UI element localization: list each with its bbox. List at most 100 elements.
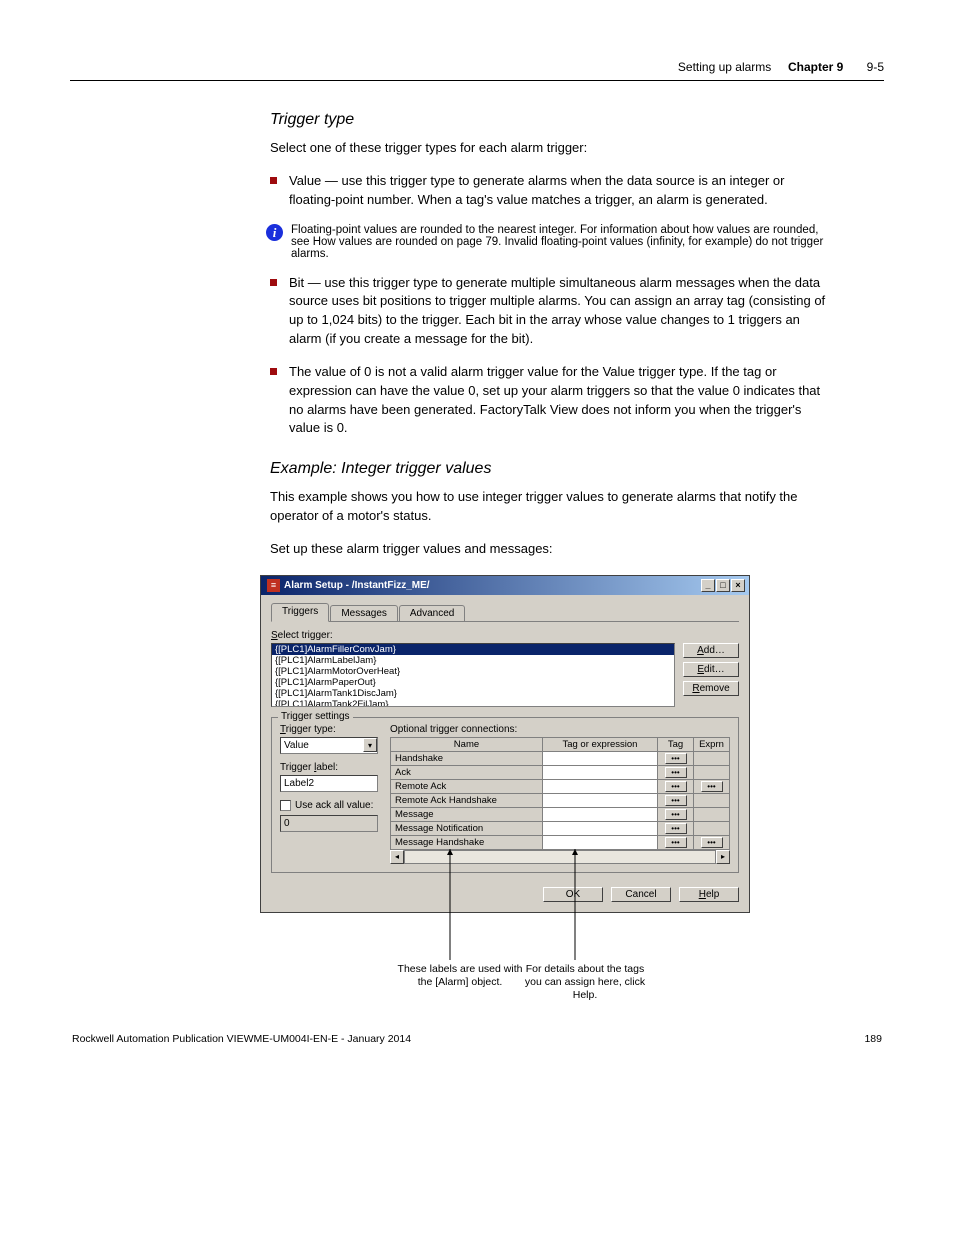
bullet-bit: Bit — use this trigger type to generate … <box>270 274 830 349</box>
cell-exprn-button[interactable]: ••• <box>694 835 730 849</box>
trigger-list-item[interactable]: {[PLC1]AlarmFillerConvJam} <box>272 644 674 655</box>
browse-tag-button[interactable]: ••• <box>665 781 687 792</box>
trigger-list-item[interactable]: {[PLC1]AlarmMotorOverHeat} <box>272 666 674 677</box>
example-text: This example shows you how to use intege… <box>270 488 830 526</box>
connections-table: Name Tag or expression Tag Exprn Handsha… <box>390 737 730 850</box>
cancel-button[interactable]: Cancel <box>611 887 671 902</box>
cell-tag-button[interactable]: ••• <box>658 807 694 821</box>
tab-messages[interactable]: Messages <box>330 605 398 621</box>
example-heading: Example: Integer trigger values <box>270 460 830 478</box>
table-row: Ack ••• <box>391 765 730 779</box>
footer-left: Rockwell Automation Publication VIEWME-U… <box>72 1033 411 1045</box>
scroll-left-icon[interactable]: ◂ <box>390 850 404 864</box>
browse-tag-button[interactable]: ••• <box>665 809 687 820</box>
cell-name: Remote Ack <box>391 779 543 793</box>
info-note-text: Floating-point values are rounded to the… <box>291 224 830 260</box>
cell-name: Ack <box>391 765 543 779</box>
edit-button[interactable]: Edit… <box>683 662 739 677</box>
trigger-label-label: Trigger label: <box>280 762 378 773</box>
trigger-list-item[interactable]: {[PLC1]AlarmLabelJam} <box>272 655 674 666</box>
tabbar: Triggers Messages Advanced <box>271 603 739 622</box>
ack-all-value-input: 0 <box>280 815 378 832</box>
cell-tag-or-expression[interactable] <box>542 765 657 779</box>
trigger-settings-legend: Trigger settings <box>278 711 353 722</box>
browse-tag-button[interactable]: ••• <box>665 753 687 764</box>
example-lead: Set up these alarm trigger values and me… <box>270 540 830 559</box>
browse-exprn-button[interactable]: ••• <box>701 781 723 792</box>
table-row: Message Handshake ••• ••• <box>391 835 730 849</box>
ok-button[interactable]: OK <box>543 887 603 902</box>
trigger-values-block: The value of 0 is not a valid alarm trig… <box>270 363 830 438</box>
info-note: i Floating-point values are rounded to t… <box>270 224 830 260</box>
cell-tag-button[interactable]: ••• <box>658 835 694 849</box>
trigger-list-item[interactable]: {[PLC1]AlarmPaperOut} <box>272 677 674 688</box>
col-exprn: Exprn <box>694 737 730 751</box>
callout-labels: These labels are used with the [Alarm] o… <box>395 963 525 989</box>
checkbox-icon[interactable] <box>280 800 291 811</box>
trigger-settings-fieldset: Trigger settings Trigger type: Value ▾ T… <box>271 717 739 873</box>
close-button[interactable]: × <box>731 579 745 592</box>
figure: ≡ Alarm Setup - /InstantFizz_ME/ _ □ × T… <box>270 575 830 913</box>
table-row: Remote Ack ••• ••• <box>391 779 730 793</box>
select-trigger-label: Select trigger: <box>271 630 739 641</box>
trigger-list[interactable]: {[PLC1]AlarmFillerConvJam}{[PLC1]AlarmLa… <box>271 643 675 707</box>
col-tagexpr: Tag or expression <box>542 737 657 751</box>
help-button[interactable]: Help <box>679 887 739 902</box>
trigger-list-item[interactable]: {[PLC1]AlarmTank1DiscJam} <box>272 688 674 699</box>
callout-help: For details about the tags you can assig… <box>520 963 650 1002</box>
cell-exprn-button[interactable]: ••• <box>694 779 730 793</box>
add-button[interactable]: Add… <box>683 643 739 658</box>
cell-tag-or-expression[interactable] <box>542 807 657 821</box>
browse-tag-button[interactable]: ••• <box>665 767 687 778</box>
trigger-type-select[interactable]: Value ▾ <box>280 737 378 754</box>
cell-tag-button[interactable]: ••• <box>658 751 694 765</box>
trigger-list-item[interactable]: {[PLC1]AlarmTank2FilJam} <box>272 699 674 707</box>
cell-tag-or-expression[interactable] <box>542 793 657 807</box>
cell-tag-or-expression[interactable] <box>542 779 657 793</box>
cell-tag-or-expression[interactable] <box>542 821 657 835</box>
cell-tag-button[interactable]: ••• <box>658 821 694 835</box>
cell-tag-or-expression[interactable] <box>542 751 657 765</box>
page-number: 9-5 <box>867 60 884 74</box>
cell-name: Handshake <box>391 751 543 765</box>
browse-exprn-button[interactable]: ••• <box>701 837 723 848</box>
cell-name: Remote Ack Handshake <box>391 793 543 807</box>
horizontal-scrollbar[interactable]: ◂ ▸ <box>390 850 730 864</box>
remove-button[interactable]: Remove <box>683 681 739 696</box>
tab-advanced[interactable]: Advanced <box>399 605 465 621</box>
titlebar: ≡ Alarm Setup - /InstantFizz_ME/ _ □ × <box>261 576 749 595</box>
optional-connections-label: Optional trigger connections: <box>390 724 730 735</box>
browse-tag-button[interactable]: ••• <box>665 795 687 806</box>
minimize-button[interactable]: _ <box>701 579 715 592</box>
cell-tag-or-expression[interactable] <box>542 835 657 849</box>
footer-page-number: 189 <box>864 1033 882 1045</box>
section-lead: Select one of these trigger types for ea… <box>270 139 830 158</box>
tab-triggers[interactable]: Triggers <box>271 603 329 622</box>
col-name: Name <box>391 737 543 751</box>
bullet-value: Value — use this trigger type to generat… <box>270 172 830 210</box>
trigger-values-text: The value of 0 is not a valid alarm trig… <box>289 363 830 438</box>
page-header: Setting up alarms Chapter 9 9-5 <box>70 60 884 74</box>
browse-tag-button[interactable]: ••• <box>665 823 687 834</box>
dialog-title: Alarm Setup - /InstantFizz_ME/ <box>284 580 701 591</box>
bullet-icon <box>270 279 277 286</box>
bullet-icon <box>270 177 277 184</box>
cell-tag-button[interactable]: ••• <box>658 793 694 807</box>
browse-tag-button[interactable]: ••• <box>665 837 687 848</box>
trigger-label-input[interactable]: Label2 <box>280 775 378 792</box>
table-row: Message Notification ••• <box>391 821 730 835</box>
header-rule <box>70 80 884 81</box>
maximize-button[interactable]: □ <box>716 579 730 592</box>
cell-name: Message Handshake <box>391 835 543 849</box>
chapter-number: Chapter 9 <box>788 60 843 74</box>
cell-name: Message Notification <box>391 821 543 835</box>
trigger-type-label: Trigger type: <box>280 724 378 735</box>
bullet-value-text: Value — use this trigger type to generat… <box>289 172 830 210</box>
info-icon: i <box>266 224 283 241</box>
cell-tag-button[interactable]: ••• <box>658 765 694 779</box>
chevron-down-icon[interactable]: ▾ <box>363 738 377 752</box>
use-ack-all-checkbox[interactable]: Use ack all value: <box>280 800 378 811</box>
cell-tag-button[interactable]: ••• <box>658 779 694 793</box>
scroll-right-icon[interactable]: ▸ <box>716 850 730 864</box>
table-row: Message••• <box>391 807 730 821</box>
